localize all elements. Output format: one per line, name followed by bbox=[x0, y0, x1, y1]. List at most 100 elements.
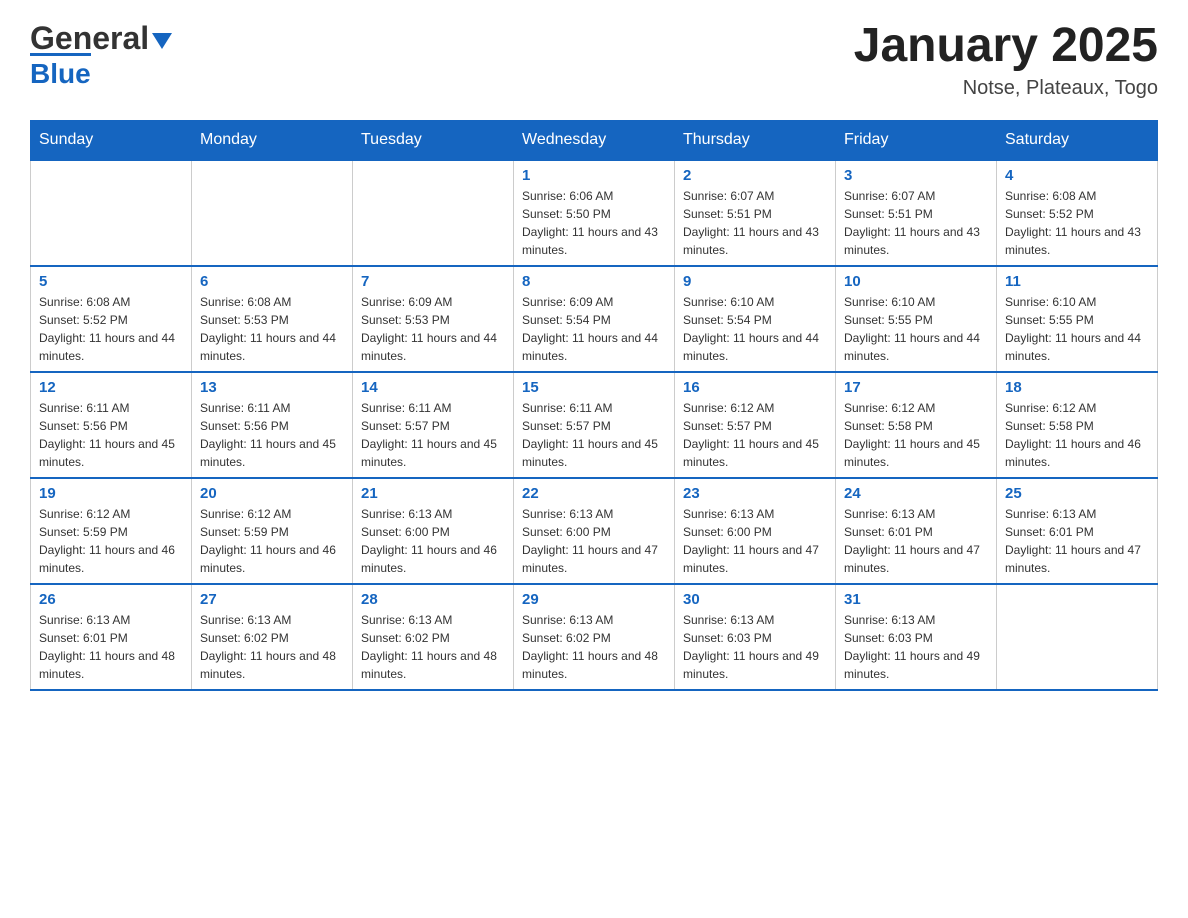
table-row: 10 Sunrise: 6:10 AMSunset: 5:55 PMDayligh… bbox=[836, 266, 997, 372]
table-row: 4 Sunrise: 6:08 AMSunset: 5:52 PMDaylight… bbox=[997, 160, 1158, 266]
calendar-week-2: 5Sunrise: 6:08 AMSunset: 5:52 PMDaylight… bbox=[31, 266, 1158, 372]
day-info: Sunrise: 6:13 AMSunset: 6:02 PMDaylight:… bbox=[200, 611, 344, 683]
day-info: Sunrise: 6:13 AMSunset: 6:03 PMDaylight:… bbox=[683, 611, 827, 683]
col-friday: Friday bbox=[836, 120, 997, 160]
day-number: 9 bbox=[683, 273, 827, 290]
table-row: 7Sunrise: 6:09 AMSunset: 5:53 PMDaylight… bbox=[353, 266, 514, 372]
day-info: Sunrise: 6:11 AMSunset: 5:56 PMDaylight:… bbox=[200, 399, 344, 471]
day-info: Sunrise: 6:13 AMSunset: 6:01 PMDaylight:… bbox=[39, 611, 183, 683]
day-info: Sunrise: 6:10 AMSunset: 5:54 PMDaylight:… bbox=[683, 293, 827, 365]
day-info: Sunrise: 6:13 AMSunset: 6:03 PMDaylight:… bbox=[844, 611, 988, 683]
day-info: Sunrise: 6:12 AMSunset: 5:57 PMDaylight:… bbox=[683, 399, 827, 471]
day-number: 18 bbox=[1005, 379, 1149, 396]
day-info: Sunrise: 6:10 AMSunset: 5:55 PMDaylight:… bbox=[1005, 293, 1149, 365]
day-info: Sunrise: 6:09 AMSunset: 5:53 PMDaylight:… bbox=[361, 293, 505, 365]
day-number: 13 bbox=[200, 379, 344, 396]
day-info: Sunrise: 6:11 AMSunset: 5:56 PMDaylight:… bbox=[39, 399, 183, 471]
day-number: 22 bbox=[522, 485, 666, 502]
table-row: 5Sunrise: 6:08 AMSunset: 5:52 PMDaylight… bbox=[31, 266, 192, 372]
day-info: Sunrise: 6:13 AMSunset: 6:02 PMDaylight:… bbox=[522, 611, 666, 683]
day-number: 4 bbox=[1005, 167, 1149, 184]
table-row: 26Sunrise: 6:13 AMSunset: 6:01 PMDayligh… bbox=[31, 584, 192, 690]
day-number: 11 bbox=[1005, 273, 1149, 290]
table-row: 27Sunrise: 6:13 AMSunset: 6:02 PMDayligh… bbox=[192, 584, 353, 690]
day-info: Sunrise: 6:11 AMSunset: 5:57 PMDaylight:… bbox=[361, 399, 505, 471]
day-info: Sunrise: 6:13 AMSunset: 6:02 PMDaylight:… bbox=[361, 611, 505, 683]
table-row: 8Sunrise: 6:09 AMSunset: 5:54 PMDaylight… bbox=[514, 266, 675, 372]
day-number: 20 bbox=[200, 485, 344, 502]
table-row: 15 Sunrise: 6:11 AMSunset: 5:57 PMDayligh… bbox=[514, 372, 675, 478]
col-monday: Monday bbox=[192, 120, 353, 160]
location: Notse, Plateaux, Togo bbox=[854, 77, 1158, 100]
day-number: 23 bbox=[683, 485, 827, 502]
day-number: 5 bbox=[39, 273, 183, 290]
month-title: January 2025 bbox=[854, 20, 1158, 73]
table-row: 17 Sunrise: 6:12 AMSunset: 5:58 PMDayligh… bbox=[836, 372, 997, 478]
table-row: 1 Sunrise: 6:06 AMSunset: 5:50 PMDaylight… bbox=[514, 160, 675, 266]
table-row: 22 Sunrise: 6:13 AMSunset: 6:00 PMDayligh… bbox=[514, 478, 675, 584]
day-number: 6 bbox=[200, 273, 344, 290]
table-row: 16 Sunrise: 6:12 AMSunset: 5:57 PMDayligh… bbox=[675, 372, 836, 478]
day-info: Sunrise: 6:13 AMSunset: 6:01 PMDaylight:… bbox=[844, 505, 988, 577]
day-number: 25 bbox=[1005, 485, 1149, 502]
day-number: 28 bbox=[361, 591, 505, 608]
table-row bbox=[31, 160, 192, 266]
table-row: 2Sunrise: 6:07 AMSunset: 5:51 PMDaylight… bbox=[675, 160, 836, 266]
logo-triangle-icon bbox=[152, 33, 172, 49]
col-thursday: Thursday bbox=[675, 120, 836, 160]
col-saturday: Saturday bbox=[997, 120, 1158, 160]
day-number: 3 bbox=[844, 167, 988, 184]
logo-text-black: General bbox=[30, 20, 149, 57]
calendar-week-3: 12 Sunrise: 6:11 AMSunset: 5:56 PMDayligh… bbox=[31, 372, 1158, 478]
day-info: Sunrise: 6:13 AMSunset: 6:00 PMDaylight:… bbox=[361, 505, 505, 577]
day-number: 19 bbox=[39, 485, 183, 502]
table-row: 14 Sunrise: 6:11 AMSunset: 5:57 PMDayligh… bbox=[353, 372, 514, 478]
title-section: January 2025 Notse, Plateaux, Togo bbox=[854, 20, 1158, 100]
day-number: 17 bbox=[844, 379, 988, 396]
day-info: Sunrise: 6:10 AMSunset: 5:55 PMDaylight:… bbox=[844, 293, 988, 365]
table-row: 20 Sunrise: 6:12 AMSunset: 5:59 PMDayligh… bbox=[192, 478, 353, 584]
day-info: Sunrise: 6:08 AMSunset: 5:53 PMDaylight:… bbox=[200, 293, 344, 365]
table-row: 6 Sunrise: 6:08 AMSunset: 5:53 PMDaylight… bbox=[192, 266, 353, 372]
table-row: 31 Sunrise: 6:13 AMSunset: 6:03 PMDayligh… bbox=[836, 584, 997, 690]
logo-text-blue: Blue bbox=[30, 58, 91, 90]
table-row: 25 Sunrise: 6:13 AMSunset: 6:01 PMDayligh… bbox=[997, 478, 1158, 584]
table-row: 28 Sunrise: 6:13 AMSunset: 6:02 PMDayligh… bbox=[353, 584, 514, 690]
day-info: Sunrise: 6:07 AMSunset: 5:51 PMDaylight:… bbox=[683, 187, 827, 259]
table-row: 30 Sunrise: 6:13 AMSunset: 6:03 PMDayligh… bbox=[675, 584, 836, 690]
day-number: 30 bbox=[683, 591, 827, 608]
day-info: Sunrise: 6:12 AMSunset: 5:58 PMDaylight:… bbox=[844, 399, 988, 471]
day-number: 1 bbox=[522, 167, 666, 184]
col-sunday: Sunday bbox=[31, 120, 192, 160]
table-row: 19 Sunrise: 6:12 AMSunset: 5:59 PMDayligh… bbox=[31, 478, 192, 584]
calendar-header-row: Sunday Monday Tuesday Wednesday Thursday… bbox=[31, 120, 1158, 160]
day-info: Sunrise: 6:13 AMSunset: 6:00 PMDaylight:… bbox=[522, 505, 666, 577]
day-info: Sunrise: 6:12 AMSunset: 5:59 PMDaylight:… bbox=[200, 505, 344, 577]
day-info: Sunrise: 6:13 AMSunset: 6:00 PMDaylight:… bbox=[683, 505, 827, 577]
day-info: Sunrise: 6:06 AMSunset: 5:50 PMDaylight:… bbox=[522, 187, 666, 259]
day-number: 10 bbox=[844, 273, 988, 290]
day-number: 16 bbox=[683, 379, 827, 396]
day-number: 14 bbox=[361, 379, 505, 396]
day-number: 8 bbox=[522, 273, 666, 290]
day-number: 12 bbox=[39, 379, 183, 396]
table-row: 18 Sunrise: 6:12 AMSunset: 5:58 PMDayligh… bbox=[997, 372, 1158, 478]
day-number: 15 bbox=[522, 379, 666, 396]
day-number: 31 bbox=[844, 591, 988, 608]
day-info: Sunrise: 6:13 AMSunset: 6:01 PMDaylight:… bbox=[1005, 505, 1149, 577]
table-row bbox=[997, 584, 1158, 690]
table-row: 12 Sunrise: 6:11 AMSunset: 5:56 PMDayligh… bbox=[31, 372, 192, 478]
table-row: 23 Sunrise: 6:13 AMSunset: 6:00 PMDayligh… bbox=[675, 478, 836, 584]
table-row: 9 Sunrise: 6:10 AMSunset: 5:54 PMDaylight… bbox=[675, 266, 836, 372]
day-number: 21 bbox=[361, 485, 505, 502]
day-info: Sunrise: 6:12 AMSunset: 5:59 PMDaylight:… bbox=[39, 505, 183, 577]
day-info: Sunrise: 6:11 AMSunset: 5:57 PMDaylight:… bbox=[522, 399, 666, 471]
logo: General Blue bbox=[30, 20, 172, 90]
table-row: 21 Sunrise: 6:13 AMSunset: 6:00 PMDayligh… bbox=[353, 478, 514, 584]
day-number: 24 bbox=[844, 485, 988, 502]
table-row: 24 Sunrise: 6:13 AMSunset: 6:01 PMDayligh… bbox=[836, 478, 997, 584]
day-info: Sunrise: 6:08 AMSunset: 5:52 PMDaylight:… bbox=[1005, 187, 1149, 259]
day-info: Sunrise: 6:12 AMSunset: 5:58 PMDaylight:… bbox=[1005, 399, 1149, 471]
calendar-table: Sunday Monday Tuesday Wednesday Thursday… bbox=[30, 120, 1158, 691]
calendar-week-4: 19 Sunrise: 6:12 AMSunset: 5:59 PMDayligh… bbox=[31, 478, 1158, 584]
